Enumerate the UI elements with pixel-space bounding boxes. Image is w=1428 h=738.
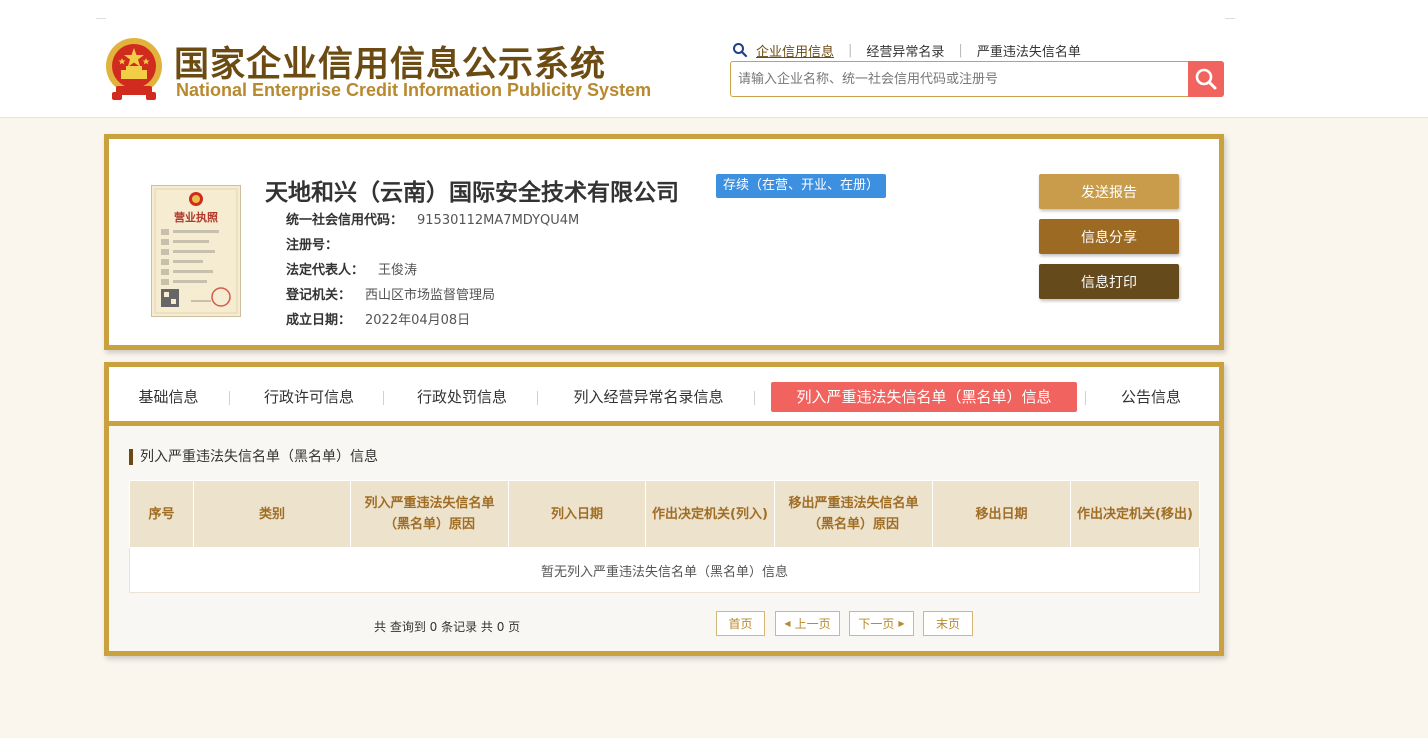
tab-separator [754,391,755,405]
search-input[interactable] [731,62,1187,96]
business-license-icon: 营业执照 [151,185,241,317]
nav-abnormal-list-link[interactable]: 经营异常名录 [866,41,944,60]
status-badge: 存续（在营、开业、在册） [716,174,887,198]
company-name: 天地和兴（云南）国际安全技术有限公司 [265,180,679,206]
field-label: 登记机关： [286,288,352,303]
tab-announcements[interactable]: 公告信息 [1111,382,1191,412]
table-header-row: 序号 类别 列入严重违法失信名单（黑名单）原因 列入日期 作出决定机关(列入) … [129,480,1200,548]
tab-separator [383,391,384,405]
header-divider [1225,18,1235,19]
company-info-panel: 营业执照 天地和兴（云南）国际安全技术有限公司 存续（在营、开业、在册） 统一社… [104,134,1224,350]
tab-basic-info[interactable]: 基础信息 [131,382,206,412]
tab-separator [1085,391,1086,405]
details-panel: 基础信息 行政许可信息 行政处罚信息 列入经营异常名录信息 列入严重违法失信名单… [104,362,1224,656]
blacklist-table: 序号 类别 列入严重违法失信名单（黑名单）原因 列入日期 作出决定机关(列入) … [129,480,1200,593]
column-header: 列入日期 [508,480,646,548]
field-legal-rep: 法定代表人： 王俊涛 [286,259,417,278]
empty-table-message: 暂无列入严重违法失信名单（黑名单）信息 [129,547,1200,593]
field-value: 王俊涛 [378,263,418,278]
caret-left-icon: ◀ [784,619,791,628]
search-box [730,61,1224,97]
column-header: 列入严重违法失信名单（黑名单）原因 [350,480,509,548]
next-page-button[interactable]: 下一页 ▶ [849,611,914,636]
caret-right-icon: ▶ [898,619,905,628]
column-header: 类别 [193,480,351,548]
tab-separator [229,391,230,405]
prev-page-label: 上一页 [794,617,831,631]
nav-blacklist-link[interactable]: 严重违法失信名单 [977,41,1081,60]
field-value: 西山区市场监督管理局 [365,288,496,303]
column-header: 移出日期 [932,480,1071,548]
site-header: 国家企业信用信息公示系统 National Enterprise Credit … [0,0,1428,118]
column-header: 作出决定机关(列入) [645,480,775,548]
field-label: 法定代表人： [286,263,365,278]
send-report-button[interactable]: 发送报告 [1039,174,1179,209]
field-label: 注册号： [286,238,339,253]
nav-separator: | [958,42,963,58]
tab-abnormal-list[interactable]: 列入经营异常名录信息 [561,382,736,412]
column-header: 序号 [129,480,194,548]
field-established-date: 成立日期： 2022年04月08日 [286,309,470,328]
field-authority: 登记机关： 西山区市场监督管理局 [286,284,495,303]
search-button[interactable] [1188,61,1224,97]
field-label: 统一社会信用代码： [286,213,404,228]
share-info-button[interactable]: 信息分享 [1039,219,1179,254]
tab-bar: 基础信息 行政许可信息 行政处罚信息 列入经营异常名录信息 列入严重违法失信名单… [109,367,1219,426]
field-label: 成立日期： [286,313,352,328]
header-divider [96,18,106,19]
svg-text:营业执照: 营业执照 [174,210,218,224]
print-info-button[interactable]: 信息打印 [1039,264,1179,299]
table-row: 暂无列入严重违法失信名单（黑名单）信息 [129,547,1200,593]
prev-page-button[interactable]: ◀ 上一页 [775,611,840,636]
search-icon [1195,68,1217,90]
tab-admin-penalty[interactable]: 行政处罚信息 [407,382,517,412]
field-value: 91530112MA7MDYQU4M [417,213,580,228]
field-reg-number: 注册号： [286,234,352,253]
search-icon [733,43,748,58]
section-title: 列入严重违法失信名单（黑名单）信息 [129,449,378,465]
first-page-button[interactable]: 首页 [716,611,765,636]
field-credit-code: 统一社会信用代码： 91530112MA7MDYQU4M [286,209,579,228]
last-page-button[interactable]: 末页 [923,611,973,636]
nav-enterprise-credit-link[interactable]: 企业信用信息 [756,41,834,60]
record-count: 共 查询到 0 条记录 共 0 页 [374,620,521,634]
tab-admin-license[interactable]: 行政许可信息 [254,382,364,412]
tab-blacklist[interactable]: 列入严重违法失信名单（黑名单）信息 [771,382,1077,412]
nav-separator: | [848,42,853,58]
tab-separator [537,391,538,405]
column-header: 移出严重违法失信名单（黑名单）原因 [774,480,933,548]
column-header: 作出决定机关(移出) [1070,480,1200,548]
field-value: 2022年04月08日 [365,313,471,328]
top-nav: 企业信用信息 | 经营异常名录 | 严重违法失信名单 [732,40,1081,60]
site-subtitle: National Enterprise Credit Information P… [176,80,652,100]
national-emblem-icon [106,38,162,100]
next-page-label: 下一页 [858,617,895,631]
